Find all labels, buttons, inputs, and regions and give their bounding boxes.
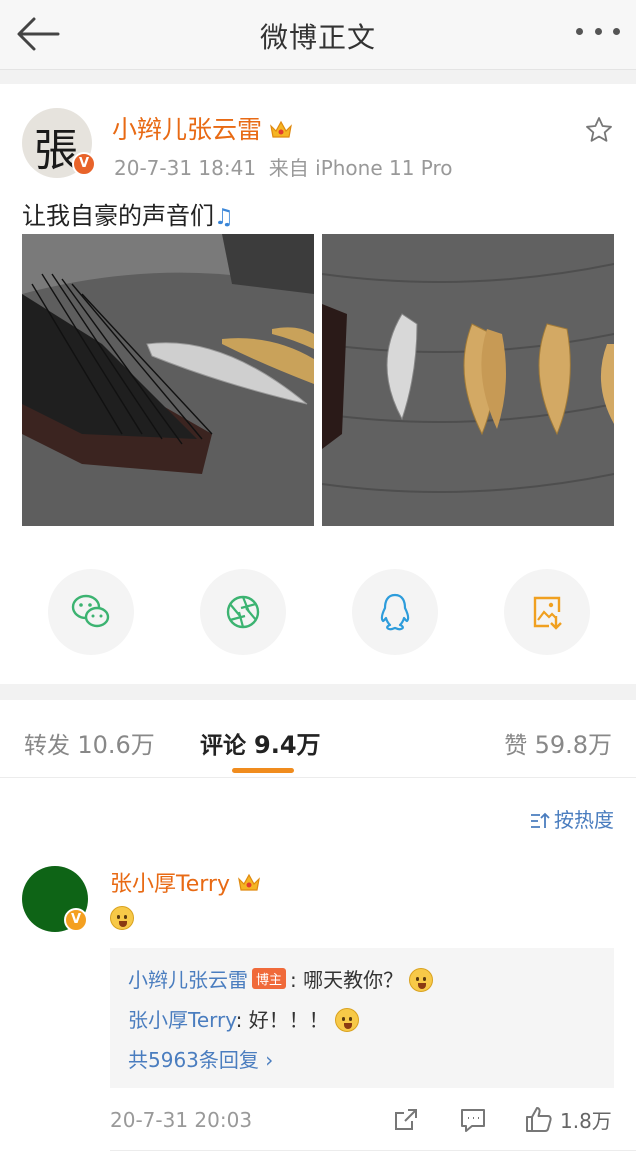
commenter-name[interactable]: 张小厚Terry xyxy=(110,866,262,898)
save-image-button[interactable] xyxy=(504,569,590,655)
interaction-tabs: 转发 10.6万 评论 9.4万 赞 59.8万 xyxy=(0,700,636,778)
post-image-1[interactable] xyxy=(22,234,314,526)
tab-comment[interactable]: 评论 9.4万 xyxy=(200,725,321,760)
thumbs-up-icon xyxy=(526,1107,552,1132)
sort-icon xyxy=(531,812,550,828)
post-timestamp: 20-7-31 18:41 xyxy=(114,156,257,180)
page-title: 微博正文 xyxy=(259,21,376,54)
comment-emoji xyxy=(110,906,134,930)
more-dots-icon[interactable] xyxy=(576,28,620,40)
music-note-emoji: ♫ xyxy=(214,205,234,230)
reply-item: 张小厚Terry: 好！！！ xyxy=(128,1004,360,1033)
author-name-text: 小辫儿张云雷 xyxy=(112,115,263,144)
verified-badge: V xyxy=(64,908,88,932)
reply-item: 小辫儿张云雷 博主: 哪天教你？ xyxy=(128,964,434,993)
like-count: 1.8万 xyxy=(560,1109,612,1133)
commenter-name-text: 张小厚Terry xyxy=(110,872,230,897)
top-bar: 微博正文 xyxy=(0,0,636,70)
more-replies-label: 共5963条回复 › xyxy=(128,1048,274,1072)
comment-timestamp: 20-7-31 20:03 xyxy=(110,1108,253,1132)
author-name[interactable]: 小辫儿张云雷 xyxy=(112,110,294,146)
tab-comment-count: 9.4万 xyxy=(254,731,321,759)
tab-comment-label: 评论 xyxy=(200,733,246,759)
comment-icon[interactable] xyxy=(458,1104,488,1136)
tab-repost-count: 10.6万 xyxy=(77,731,155,759)
save-image-icon xyxy=(533,596,562,630)
active-tab-indicator xyxy=(232,768,294,773)
share-qq-button[interactable] xyxy=(352,569,438,655)
reply-author[interactable]: 小辫儿张云雷 xyxy=(128,968,248,992)
tab-repost-label: 转发 xyxy=(24,733,70,759)
post-meta: 20-7-31 18:41 来自 iPhone 11 Pro xyxy=(114,152,453,181)
reply-text: : 好！！！ xyxy=(235,1008,329,1032)
tab-repost[interactable]: 转发 10.6万 xyxy=(24,725,155,760)
op-badge: 博主 xyxy=(252,968,287,989)
divider xyxy=(110,1150,636,1151)
share-wechat-button[interactable] xyxy=(48,569,134,655)
image-2-drawing xyxy=(322,234,614,526)
repost-icon[interactable] xyxy=(392,1104,420,1136)
reply-text: : 哪天教你？ xyxy=(290,968,404,992)
tab-like-count: 59.8万 xyxy=(534,731,612,759)
sort-by-hot-button[interactable]: 按热度 xyxy=(530,804,614,833)
sort-label: 按热度 xyxy=(554,808,614,832)
blushing-face-icon xyxy=(110,906,134,930)
post-text: 让我自豪的声音们♫ xyxy=(22,196,234,231)
like-button[interactable]: 1.8万 xyxy=(524,1104,612,1136)
crown-icon xyxy=(270,120,292,138)
reply-author[interactable]: 张小厚Terry xyxy=(128,1008,236,1032)
post-text-content: 让我自豪的声音们 xyxy=(22,202,214,230)
crown-icon xyxy=(238,873,260,891)
qq-penguin-icon xyxy=(380,593,410,631)
share-moments-button[interactable] xyxy=(200,569,286,655)
image-1-drawing xyxy=(22,234,314,526)
reply-preview[interactable]: 小辫儿张云雷 博主: 哪天教你？ 张小厚Terry: 好！！！ 共5963条回复 … xyxy=(110,948,614,1088)
more-replies-link[interactable]: 共5963条回复 › xyxy=(128,1044,273,1073)
avatar-calligraphy: 張 xyxy=(34,125,78,176)
star-outline-icon[interactable] xyxy=(584,115,614,145)
tab-like[interactable]: 赞 59.8万 xyxy=(504,725,612,760)
verified-badge: V xyxy=(72,152,96,176)
wechat-icon xyxy=(71,594,110,628)
divider xyxy=(0,70,636,84)
laughing-face-icon xyxy=(409,968,434,992)
post-image-2[interactable] xyxy=(322,234,614,526)
tab-like-label: 赞 xyxy=(504,733,528,759)
surprised-face-icon xyxy=(335,1008,360,1032)
post-source: 来自 iPhone 11 Pro xyxy=(268,156,453,180)
divider xyxy=(0,684,636,700)
moments-aperture-icon xyxy=(226,595,260,629)
